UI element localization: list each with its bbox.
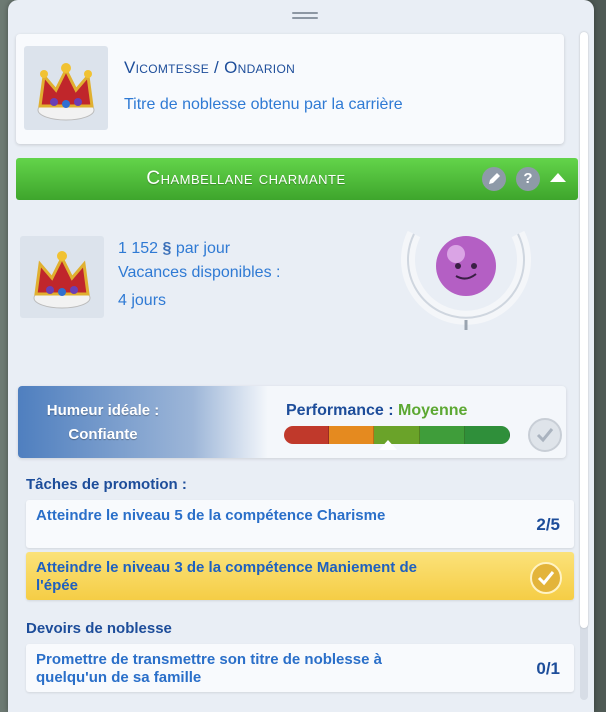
performance-segment [329, 426, 375, 444]
career-panel: Vicomtesse / Ondarion Titre de noblesse … [8, 0, 594, 712]
career-header-bar[interactable]: Chambellane charmante ? [16, 158, 578, 200]
vacation-value: 4 jours [118, 292, 167, 309]
career-title: Chambellane charmante [146, 168, 346, 189]
pay-suffix: par jour [175, 240, 231, 257]
ideal-mood-value: Confiante [68, 426, 138, 443]
help-button[interactable]: ? [516, 167, 540, 191]
checkmark-icon [528, 418, 562, 452]
crown-icon [24, 46, 108, 130]
pay-amount: 1 152 [118, 240, 159, 257]
performance-panel: Humeur idéale : Confiante Performance : … [18, 386, 566, 458]
task-text: Atteindre le niveau 3 de la compétence M… [36, 559, 417, 594]
mood-gauge [392, 210, 540, 332]
performance-segment [419, 426, 465, 444]
promotion-task-completed[interactable]: Atteindre le niveau 3 de la compétence M… [26, 552, 574, 600]
drag-handle[interactable] [292, 12, 318, 19]
ideal-mood-label: Humeur idéale : [46, 402, 160, 419]
checkmark-icon [530, 562, 562, 594]
rank-subtitle: Titre de noblesse obtenu par la carrière [124, 96, 403, 113]
crown-icon [20, 236, 104, 318]
performance-meter [284, 426, 510, 444]
promotion-heading: Tâches de promotion : [26, 476, 187, 493]
vacation-label: Vacances disponibles : [118, 264, 281, 281]
rank-title: Vicomtesse / Ondarion [124, 58, 296, 77]
promotion-task[interactable]: Atteindre le niveau 5 de la compétence C… [26, 500, 574, 548]
performance-label: Performance : Moyenne [286, 402, 467, 420]
chevron-up-icon[interactable] [550, 173, 566, 182]
duty-task[interactable]: Promettre de transmettre son titre de no… [26, 644, 574, 692]
noble-rank-card: Vicomtesse / Ondarion Titre de noblesse … [16, 34, 564, 144]
duties-heading: Devoirs de noblesse [26, 620, 172, 637]
performance-label-text: Performance : [286, 402, 394, 419]
task-text: Promettre de transmettre son titre de no… [36, 651, 382, 686]
performance-segment [284, 426, 330, 444]
task-progress: 0/1 [536, 659, 560, 678]
simoleon-icon: § [162, 240, 172, 257]
mood-section [18, 386, 268, 458]
pencil-icon[interactable] [482, 167, 506, 191]
task-text: Atteindre le niveau 5 de la compétence C… [36, 507, 386, 524]
performance-value: Moyenne [398, 402, 468, 419]
daily-pay: 1 152 § par jour [118, 240, 230, 258]
task-progress: 2/5 [536, 515, 560, 534]
performance-marker [378, 440, 397, 450]
performance-segment [464, 426, 510, 444]
scrollbar-thumb[interactable] [580, 32, 588, 628]
